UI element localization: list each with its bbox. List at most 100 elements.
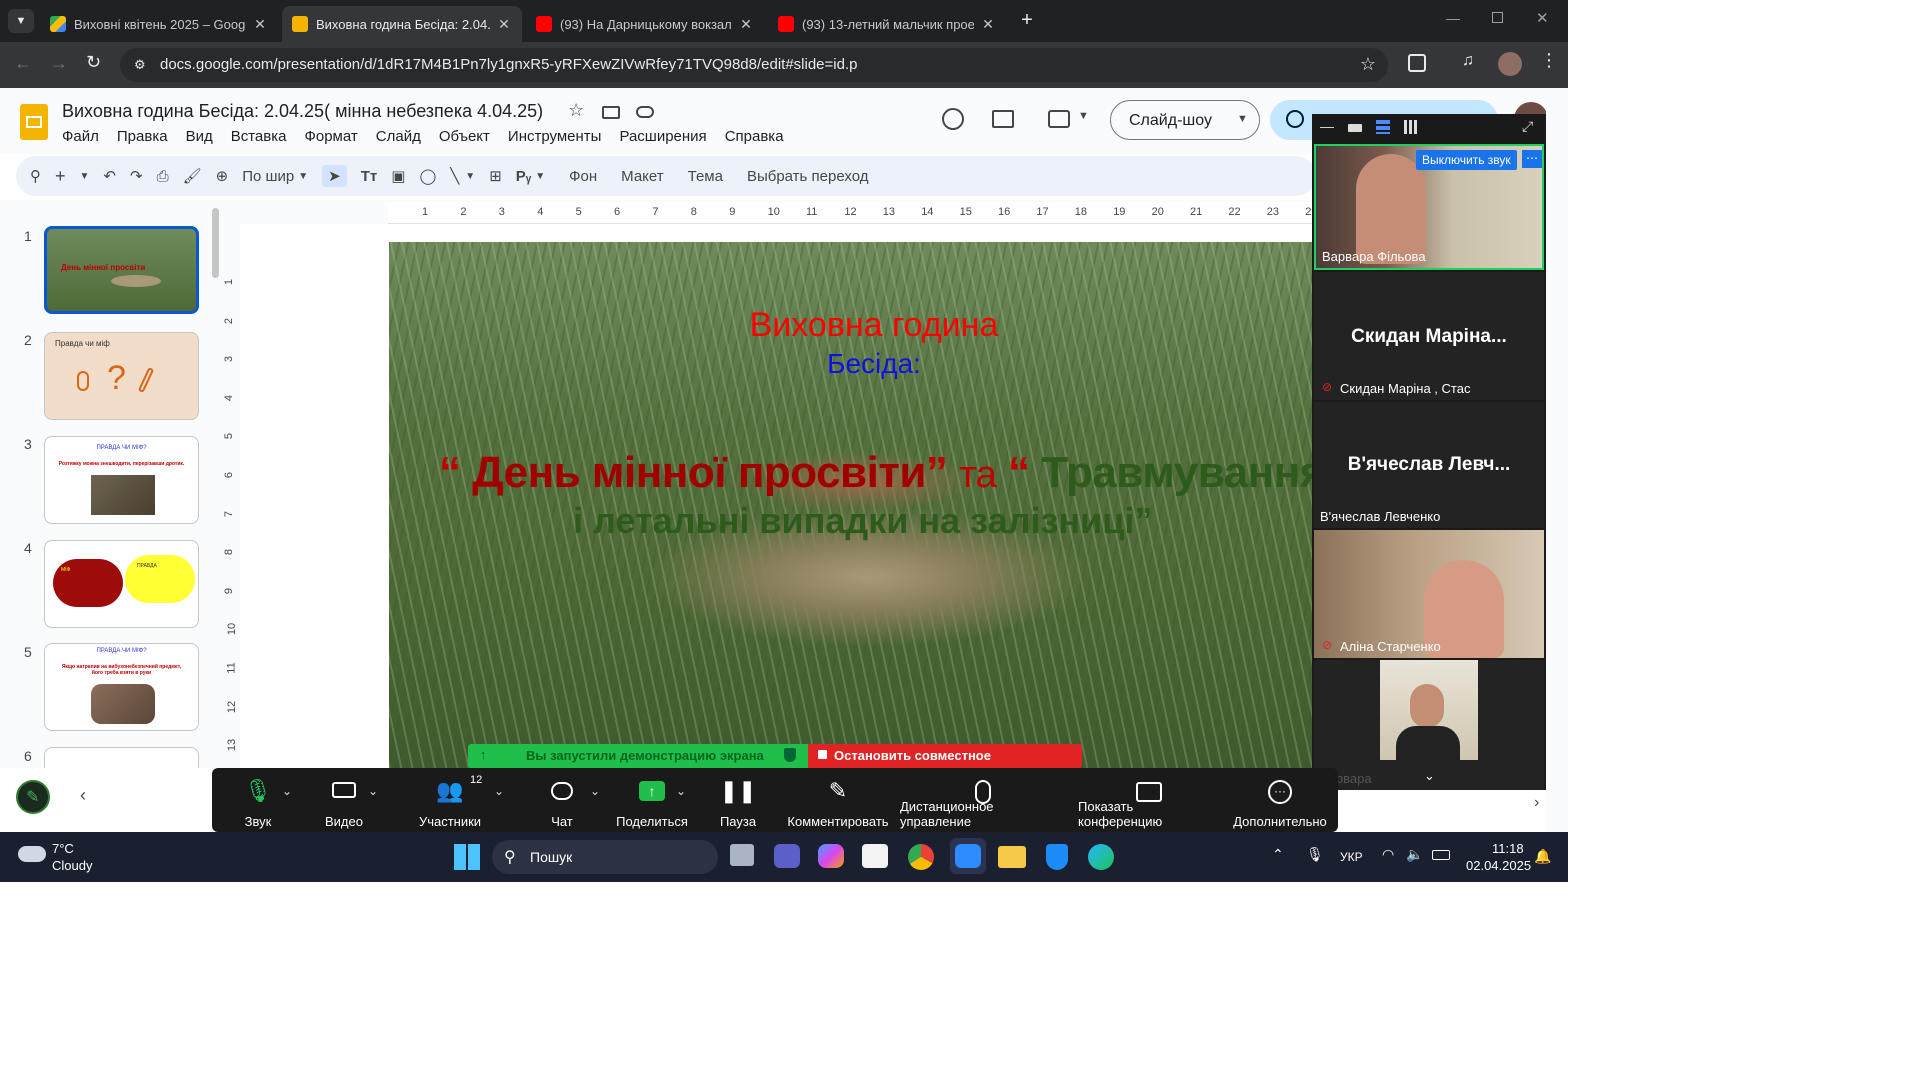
meet-dropdown-icon[interactable]: ▼	[1078, 110, 1089, 122]
minimize-panel-icon[interactable]: —	[1320, 118, 1334, 134]
wifi-icon[interactable]: ◠	[1382, 846, 1394, 863]
input-language[interactable]: УКР	[1340, 850, 1363, 864]
tile-more-button[interactable]: ⋯	[1522, 150, 1542, 168]
share-screen-button[interactable]: ↑ Поделиться	[616, 768, 688, 832]
select-tool-icon[interactable]: ➤	[322, 165, 347, 187]
video-button[interactable]: Видео	[322, 768, 366, 832]
media-controls-icon[interactable]: ♫	[1462, 52, 1474, 70]
show-meeting-button[interactable]: Показать конференцию	[1078, 768, 1220, 832]
search-menus-icon[interactable]: ⚲	[30, 167, 41, 185]
file-explorer-icon[interactable]	[998, 846, 1026, 868]
participant-tile-active[interactable]: Выключить звук ⋯ Варвара Фільова	[1314, 144, 1544, 270]
restore-window-icon[interactable]	[1492, 12, 1503, 23]
address-bar[interactable]: ⚙ docs.google.com/presentation/d/1dR17M4…	[120, 48, 1388, 82]
insert-comment-icon[interactable]: ⊞	[489, 167, 502, 185]
tray-mic-icon[interactable]: 🎙	[1306, 846, 1324, 863]
paint-format-icon[interactable]: 🖌	[183, 167, 202, 185]
speaker-view-icon[interactable]	[1348, 124, 1362, 132]
slide-thumbnail-6[interactable]	[44, 747, 199, 768]
extensions-icon[interactable]	[1408, 54, 1426, 72]
menu-tools[interactable]: Инструменты	[508, 128, 602, 145]
browser-menu-icon[interactable]: ⋮	[1540, 50, 1558, 71]
weather-temp[interactable]: 7°C	[52, 841, 74, 856]
menu-format[interactable]: Формат	[304, 128, 357, 145]
bookmark-star-icon[interactable]: ☆	[1360, 54, 1376, 75]
back-icon[interactable]: ←	[14, 53, 32, 74]
participant-tile[interactable]: Скидан Маріна... ⊘ Скидан Маріна , Стас	[1314, 272, 1544, 400]
task-view-icon[interactable]	[730, 844, 754, 866]
annotate-button[interactable]: ✎ Комментировать	[786, 768, 890, 832]
filmstrip-scrollbar[interactable]	[212, 208, 219, 278]
slide-thumbnail-5[interactable]: ПРАВДА ЧИ МІФ? Якщо натрапив на вибухоне…	[44, 643, 199, 731]
slide-main-line2[interactable]: і летальні випадки на залізниці”	[573, 500, 1152, 542]
edit-pencil-button[interactable]: ✎	[16, 780, 50, 814]
gallery-view-icon[interactable]	[1404, 120, 1418, 134]
participants-button[interactable]: 👥 12 Участники	[418, 768, 482, 832]
share-options-icon[interactable]: ⌄	[676, 784, 686, 798]
strip-view-icon[interactable]	[1376, 120, 1390, 134]
notification-bell-icon[interactable]: 🔔	[1534, 848, 1551, 865]
start-windows-icon[interactable]	[454, 844, 480, 870]
text-box-icon[interactable]: Tт	[361, 168, 378, 185]
zoom-dropdown-icon[interactable]: ▼	[298, 171, 308, 182]
participant-tile[interactable]: ⊘ Аліна Старченко	[1314, 530, 1544, 658]
remote-control-button[interactable]: Дистанционное управление	[900, 768, 1066, 832]
forward-icon[interactable]: →	[50, 53, 68, 74]
battery-icon[interactable]	[1432, 850, 1450, 860]
close-tab-icon[interactable]: ✕	[738, 16, 754, 33]
weather-condition[interactable]: Cloudy	[52, 858, 92, 873]
move-folder-icon[interactable]	[602, 106, 620, 119]
browser-tab-youtube-1[interactable]: (93) На Дарницькому вокзалі ✕	[526, 6, 764, 42]
audio-options-icon[interactable]: ⌄	[282, 784, 292, 798]
menu-view[interactable]: Вид	[186, 128, 213, 145]
participant-tile[interactable]: Варвара ⌄	[1314, 660, 1544, 790]
menu-help[interactable]: Справка	[725, 128, 784, 145]
volume-icon[interactable]: 🔈	[1406, 846, 1423, 863]
slide-canvas[interactable]: Виховна година Бесіда: “ День мінної про…	[389, 242, 1312, 768]
zoom-app-icon[interactable]	[950, 838, 986, 874]
new-slide-dropdown-icon[interactable]: ▼	[80, 171, 90, 182]
browser-tab-google-drive[interactable]: Виховні квітень 2025 – Google ✕	[40, 6, 278, 42]
document-title[interactable]: Виховна година Бесіда: 2.04.25( мінна не…	[62, 101, 543, 122]
background-button[interactable]: Фон	[569, 168, 597, 185]
side-panel-arrow-icon[interactable]: ›	[1534, 794, 1539, 812]
security-shield-icon[interactable]	[1046, 844, 1068, 870]
star-icon[interactable]: ☆	[568, 100, 584, 121]
slide-title-line2[interactable]: Бесіда:	[389, 348, 1312, 380]
close-tab-icon[interactable]: ✕	[496, 16, 512, 33]
comments-icon[interactable]	[992, 110, 1014, 128]
slide-title-line1[interactable]: Виховна година	[389, 306, 1312, 345]
slideshow-dropdown-icon[interactable]: ▼	[1237, 113, 1248, 125]
insert-image-icon[interactable]: ▣	[391, 167, 405, 185]
reload-icon[interactable]: ↻	[86, 52, 101, 73]
menu-slide[interactable]: Слайд	[376, 128, 421, 145]
browser-tab-youtube-2[interactable]: (93) 13-летний мальчик проех ✕	[768, 6, 1006, 42]
site-info-icon[interactable]: ⚙	[134, 57, 146, 73]
slides-logo-icon[interactable]	[20, 104, 48, 140]
browser-tab-slides[interactable]: Виховна година Бесіда: 2.04.25 ✕	[282, 6, 522, 42]
chrome-icon[interactable]	[908, 844, 934, 870]
theme-button[interactable]: Тема	[688, 168, 723, 185]
scroll-down-icon[interactable]: ⌄	[1424, 768, 1435, 784]
unmute-request-button[interactable]: Выключить звук	[1416, 150, 1517, 170]
chat-options-icon[interactable]: ⌄	[590, 784, 600, 798]
version-history-icon[interactable]	[942, 108, 964, 130]
slide-thumbnail-1[interactable]: День мінної просвіти	[44, 226, 199, 314]
tray-chevron-icon[interactable]: ⌃	[1272, 846, 1284, 863]
input-tools-dropdown-icon[interactable]: ▼	[535, 171, 545, 182]
line-icon[interactable]: ╲	[450, 167, 459, 185]
zoom-icon[interactable]: ⊕	[216, 167, 229, 185]
slide-thumbnail-2[interactable]: Правда чи міф ?	[44, 332, 199, 420]
slide-main-heading[interactable]: “ День мінної просвіти” та “ Травмування	[439, 448, 1312, 498]
minimize-window-icon[interactable]: —	[1446, 10, 1460, 26]
close-tab-icon[interactable]: ✕	[980, 16, 996, 33]
layout-button[interactable]: Макет	[621, 168, 663, 185]
meet-camera-icon[interactable]	[1048, 110, 1070, 128]
pause-share-button[interactable]: ❚❚ Пауза	[716, 768, 760, 832]
print-icon[interactable]: ⎙	[157, 168, 169, 185]
transition-button[interactable]: Выбрать переход	[747, 168, 869, 185]
close-window-icon[interactable]: ✕	[1536, 9, 1549, 27]
edge-icon[interactable]	[1088, 844, 1114, 870]
menu-edit[interactable]: Правка	[117, 128, 168, 145]
menu-extensions[interactable]: Расширения	[619, 128, 706, 145]
